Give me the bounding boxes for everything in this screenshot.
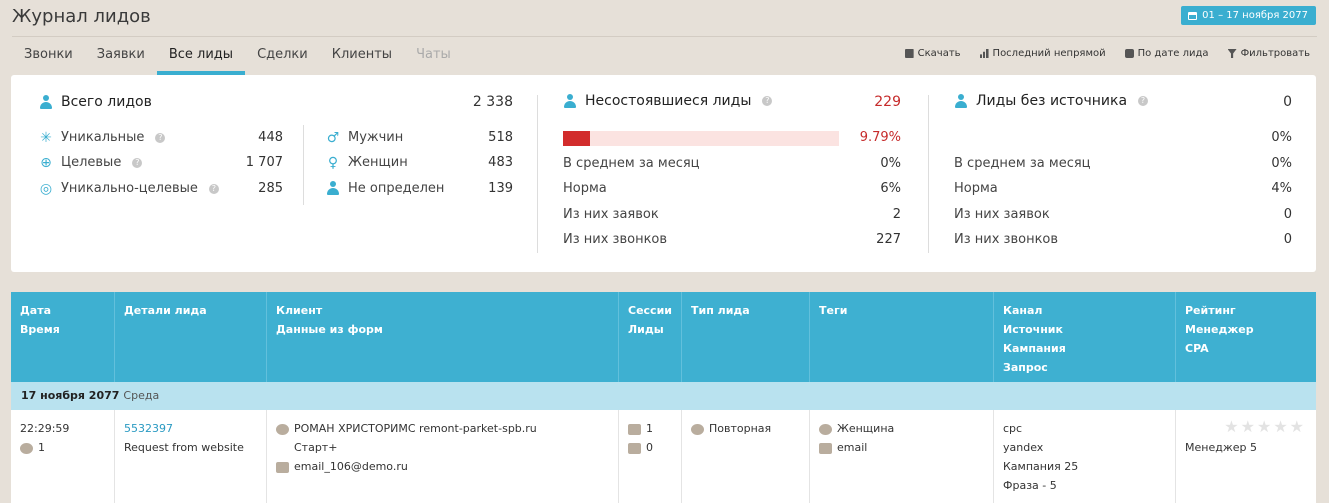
tag-icon <box>819 442 832 454</box>
crosshair-icon: ⊕ <box>40 154 52 171</box>
failed-progress-bar <box>563 131 839 146</box>
date-range-label: 01 – 17 ноября 2077 <box>1202 10 1308 21</box>
snowflake-icon: ✳ <box>40 129 52 146</box>
comment-icon[interactable] <box>20 442 33 454</box>
avg-month-label: В среднем за месяц <box>954 156 1091 171</box>
col-sessions[interactable]: Сессии Лиды <box>619 292 682 382</box>
male-value: 518 <box>488 130 513 145</box>
col-channel[interactable]: Канал Источник Кампания Запрос <box>994 292 1176 382</box>
filter-icon <box>1227 49 1237 58</box>
unique-value: 448 <box>258 130 283 145</box>
help-icon[interactable]: ? <box>155 132 166 143</box>
help-icon[interactable]: ? <box>132 157 143 168</box>
target-value: 1 707 <box>245 155 283 170</box>
form-icon <box>628 442 641 454</box>
calendar-icon <box>1188 11 1198 20</box>
requests-value: 0 <box>1283 207 1292 222</box>
avg-month-value: 0% <box>880 156 901 171</box>
person-blocked-icon <box>563 93 577 109</box>
unique-target-value: 285 <box>258 181 283 196</box>
download-icon <box>904 49 914 58</box>
norm-value: 4% <box>1271 181 1292 196</box>
col-tags[interactable]: Теги <box>810 292 994 382</box>
female-icon: ♀ <box>327 154 339 171</box>
calls-label: Из них звонков <box>563 232 668 247</box>
divider <box>303 125 304 205</box>
requests-value: 2 <box>892 207 901 222</box>
help-icon[interactable]: ? <box>1138 96 1149 106</box>
bar-chart-icon <box>979 49 989 58</box>
date-group-row: 17 ноября 2077 Среда <box>11 382 1316 410</box>
norm-label: Норма <box>563 181 607 196</box>
lead-detail: Request from website <box>124 441 244 454</box>
calls-value: 227 <box>876 232 901 247</box>
failed-progress-fill <box>563 131 591 146</box>
cursor-icon <box>628 423 641 435</box>
table-row: 22:29:59 1 5532397 Request from website … <box>11 410 1316 503</box>
no-source-percent: 0% <box>1271 130 1292 145</box>
requests-label: Из них заявок <box>563 207 659 222</box>
help-icon[interactable]: ? <box>208 183 219 194</box>
undefined-value: 139 <box>488 181 513 196</box>
person-question-icon <box>954 93 968 109</box>
avg-month-value: 0% <box>1271 156 1292 171</box>
no-source-label: Лиды без источника <box>976 93 1128 109</box>
page-title: Журнал лидов <box>12 6 151 27</box>
rating-stars[interactable]: ★★★★★ <box>1224 417 1306 436</box>
toolbar-actions: Скачать Последний непрямой По дате лида … <box>904 48 1310 59</box>
tab-chats[interactable]: Чаты <box>404 37 463 75</box>
tab-clients[interactable]: Клиенты <box>320 37 404 75</box>
col-date[interactable]: Дата Время <box>11 292 115 382</box>
date-range-button[interactable]: 01 – 17 ноября 2077 <box>1181 6 1316 25</box>
table-header: Дата Время Детали лида Клиент Данные из фо… <box>11 292 1316 382</box>
tabs: Звонки Заявки Все лиды Сделки Клиенты Ча… <box>12 37 463 75</box>
tab-deals[interactable]: Сделки <box>245 37 320 75</box>
repeat-icon <box>691 423 704 435</box>
target-icon: ◎ <box>39 180 53 197</box>
total-leads-label: Всего лидов <box>61 94 152 110</box>
search-icon <box>819 423 832 435</box>
failed-leads-label: Несостоявшиеся лиды <box>585 93 752 109</box>
col-rating[interactable]: Рейтинг Менеджер CPA <box>1176 292 1316 382</box>
stats-card: Всего лидов 2 338 ✳ Уникальные? 448 ⊕ Целе… <box>11 75 1316 272</box>
help-icon[interactable]: ? <box>762 96 773 106</box>
divider <box>928 95 929 253</box>
male-icon: ♂ <box>326 129 340 146</box>
attribution-button[interactable]: Последний непрямой <box>979 48 1106 59</box>
date-mode-button[interactable]: По дате лида <box>1124 48 1209 59</box>
filter-button[interactable]: Фильтровать <box>1227 48 1310 59</box>
person-icon <box>39 94 53 110</box>
row-time: 22:29:59 <box>20 422 70 435</box>
calls-value: 0 <box>1283 232 1292 247</box>
col-lead-details[interactable]: Детали лида <box>115 292 267 382</box>
col-client[interactable]: Клиент Данные из форм <box>267 292 619 382</box>
person-icon <box>326 181 340 196</box>
failed-leads-value: 229 <box>874 94 901 110</box>
briefcase-icon <box>1124 49 1134 58</box>
col-lead-type[interactable]: Тип лида <box>682 292 810 382</box>
tab-calls[interactable]: Звонки <box>12 37 85 75</box>
avg-month-label: В среднем за месяц <box>563 156 700 171</box>
female-value: 483 <box>488 155 513 170</box>
mail-icon <box>276 461 289 473</box>
lead-id-link[interactable]: 5532397 <box>124 419 266 438</box>
total-leads-value: 2 338 <box>472 94 513 110</box>
download-button[interactable]: Скачать <box>904 48 961 59</box>
failed-percent: 9.79% <box>859 130 901 145</box>
divider <box>537 95 538 253</box>
requests-label: Из них заявок <box>954 207 1050 222</box>
tab-requests[interactable]: Заявки <box>85 37 157 75</box>
no-source-value: 0 <box>1283 94 1292 110</box>
norm-label: Норма <box>954 181 998 196</box>
tab-all-leads[interactable]: Все лиды <box>156 37 246 75</box>
manager: Менеджер 5 <box>1185 441 1257 454</box>
calls-label: Из них звонков <box>954 232 1059 247</box>
norm-value: 6% <box>880 181 901 196</box>
user-icon <box>276 423 289 435</box>
